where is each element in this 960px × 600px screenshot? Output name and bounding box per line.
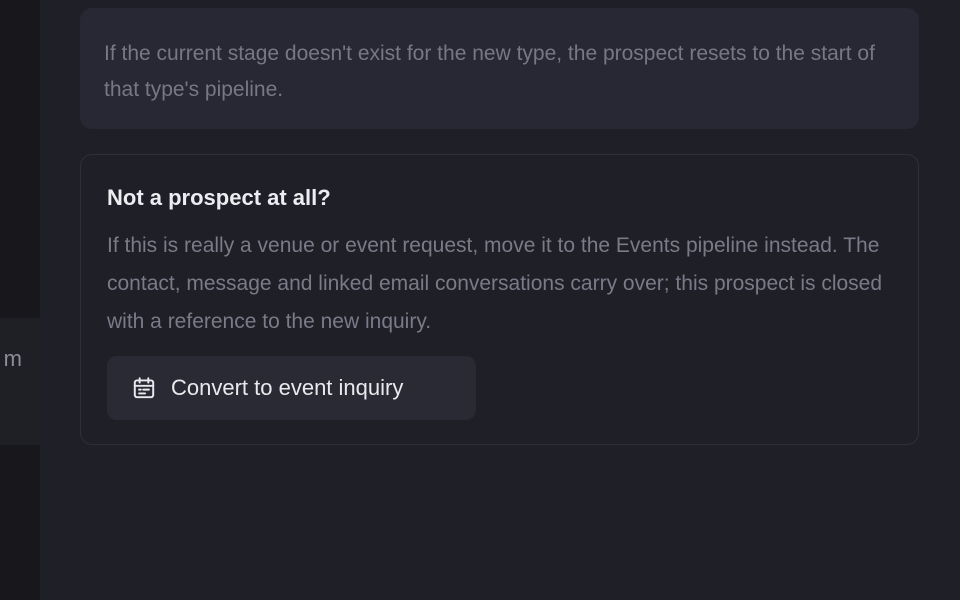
left-sidebar: m	[0, 0, 40, 600]
calendar-icon	[131, 375, 157, 401]
card-title: Not a prospect at all?	[107, 185, 331, 210]
convert-to-event-inquiry-button[interactable]: Convert to event inquiry	[107, 356, 476, 420]
stage-reset-notice-text: If the current stage doesn't exist for t…	[104, 42, 875, 101]
stage-reset-notice: If the current stage doesn't exist for t…	[80, 8, 919, 129]
sidebar-list-item[interactable]	[0, 318, 40, 445]
sidebar-list-item-text: m	[3, 346, 22, 371]
convert-button-label: Convert to event inquiry	[171, 375, 404, 400]
convert-to-event-card: Not a prospect at all? If this is really…	[80, 154, 919, 445]
card-description: If this is really a venue or event reque…	[107, 234, 883, 333]
page: m If the current stage doesn't exist for…	[0, 0, 960, 600]
